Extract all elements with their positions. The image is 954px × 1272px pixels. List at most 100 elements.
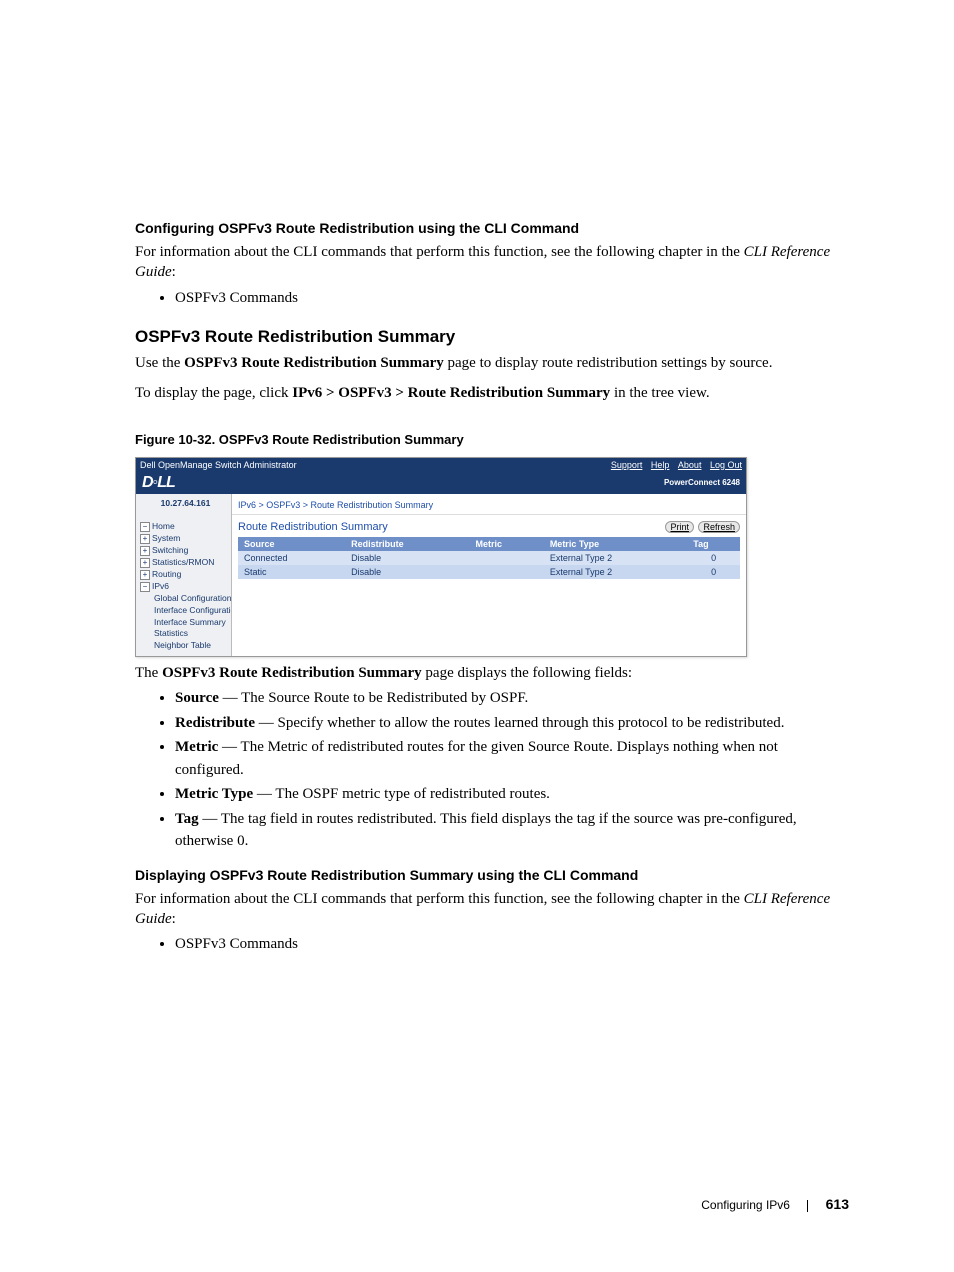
nav-tree[interactable]: 10.27.64.161 −Home +System +Switching +S… <box>136 494 232 657</box>
paragraph-fields-intro: The OSPFv3 Route Redistribution Summary … <box>135 663 849 683</box>
paragraph-cli-info-2: For information about the CLI commands t… <box>135 889 849 930</box>
list-item: OSPFv3 Commands <box>175 933 849 956</box>
subheading-config-cli: Configuring OSPFv3 Route Redistribution … <box>135 220 849 236</box>
text: Use the <box>135 355 184 371</box>
nav-global-config[interactable]: Global Configuration <box>140 593 231 605</box>
cell-source: Connected <box>238 551 345 565</box>
text: For information about the CLI commands t… <box>135 244 744 260</box>
shot-titlebar: Dell OpenManage Switch Administrator Sup… <box>136 458 746 472</box>
paragraph-use: Use the OSPFv3 Route Redistribution Summ… <box>135 353 849 373</box>
list-item: Metric — The Metric of redistributed rou… <box>175 736 849 781</box>
link-logout[interactable]: Log Out <box>710 460 742 470</box>
plus-icon: + <box>140 546 150 556</box>
page-footer: Configuring IPv6 613 <box>135 1196 849 1212</box>
text: The <box>135 665 162 681</box>
summary-table: Source Redistribute Metric Metric Type T… <box>238 537 740 579</box>
col-redistribute: Redistribute <box>345 537 469 551</box>
bold: IPv6 > OSPFv3 > Route Redistribution Sum… <box>292 385 610 401</box>
link-about[interactable]: About <box>678 460 702 470</box>
footer-section: Configuring IPv6 <box>701 1198 790 1212</box>
table-row: Static Disable External Type 2 0 <box>238 565 740 579</box>
shot-toplinks: Support Help About Log Out <box>605 460 742 470</box>
nav-label: System <box>152 533 180 543</box>
panel-title: Route Redistribution Summary <box>238 521 388 533</box>
refresh-button[interactable]: Refresh <box>698 521 740 533</box>
paragraph-display: To display the page, click IPv6 > OSPFv3… <box>135 383 849 403</box>
plus-icon: + <box>140 570 150 580</box>
cell-tag: 0 <box>687 565 740 579</box>
text: in the tree view. <box>610 385 709 401</box>
field-desc: — The tag field in routes redistributed.… <box>175 811 797 850</box>
col-source: Source <box>238 537 345 551</box>
nav-routing[interactable]: +Routing <box>140 569 231 581</box>
text: : <box>172 911 176 927</box>
product-label: PowerConnect 6248 <box>664 478 740 487</box>
nav-ipv6[interactable]: −IPv6 <box>140 581 231 593</box>
link-support[interactable]: Support <box>611 460 643 470</box>
cell-tag: 0 <box>687 551 740 565</box>
text: page displays the following fields: <box>422 665 632 681</box>
nav-neighbor-table[interactable]: Neighbor Table <box>140 640 231 652</box>
nav-home[interactable]: −Home <box>140 521 231 533</box>
plus-icon: + <box>140 534 150 544</box>
shot-app-title: Dell OpenManage Switch Administrator <box>140 460 297 470</box>
field-desc: — The Metric of redistributed routes for… <box>175 739 778 778</box>
list-item: Tag — The tag field in routes redistribu… <box>175 808 849 853</box>
section-heading-summary: OSPFv3 Route Redistribution Summary <box>135 327 849 347</box>
nav-label: Routing <box>152 569 181 579</box>
print-button[interactable]: Print <box>665 521 694 533</box>
plus-icon: + <box>140 558 150 568</box>
text: page to display route redistribution set… <box>444 355 773 371</box>
link-help[interactable]: Help <box>651 460 670 470</box>
nav-label: Switching <box>152 545 188 555</box>
field-name: Redistribute <box>175 715 255 731</box>
cell-mtype: External Type 2 <box>544 551 687 565</box>
footer-separator <box>807 1200 808 1212</box>
field-name: Metric Type <box>175 786 253 802</box>
nav-label: Statistics/RMON <box>152 557 214 567</box>
col-metric-type: Metric Type <box>544 537 687 551</box>
shot-logo-bar: D◦LL PowerConnect 6248 <box>136 472 746 494</box>
text: For information about the CLI commands t… <box>135 891 744 907</box>
col-tag: Tag <box>687 537 740 551</box>
list-item: OSPFv3 Commands <box>175 287 849 310</box>
nav-stats[interactable]: +Statistics/RMON <box>140 557 231 569</box>
footer-page-number: 613 <box>826 1196 849 1212</box>
cell-source: Static <box>238 565 345 579</box>
field-name: Source <box>175 690 219 706</box>
nav-system[interactable]: +System <box>140 533 231 545</box>
field-desc: — The OSPF metric type of redistributed … <box>253 786 550 802</box>
cell-mtype: External Type 2 <box>544 565 687 579</box>
list-item: Source — The Source Route to be Redistri… <box>175 687 849 710</box>
paragraph-cli-info-1: For information about the CLI commands t… <box>135 242 849 283</box>
cell-metric <box>470 551 544 565</box>
field-desc: — Specify whether to allow the routes le… <box>255 715 784 731</box>
bold: OSPFv3 Route Redistribution Summary <box>162 665 422 681</box>
nav-ip: 10.27.64.161 <box>140 498 231 510</box>
cell-redis: Disable <box>345 565 469 579</box>
shot-main: IPv6 > OSPFv3 > Route Redistribution Sum… <box>232 494 746 657</box>
list-item: Metric Type — The OSPF metric type of re… <box>175 783 849 806</box>
nav-switching[interactable]: +Switching <box>140 545 231 557</box>
table-header-row: Source Redistribute Metric Metric Type T… <box>238 537 740 551</box>
subheading-display-cli: Displaying OSPFv3 Route Redistribution S… <box>135 867 849 883</box>
col-metric: Metric <box>470 537 544 551</box>
cell-redis: Disable <box>345 551 469 565</box>
figure-caption: Figure 10-32. OSPFv3 Route Redistributio… <box>135 432 849 447</box>
cell-metric <box>470 565 544 579</box>
text: To display the page, click <box>135 385 292 401</box>
minus-icon: − <box>140 522 150 532</box>
dell-logo: D◦LL <box>142 474 175 492</box>
breadcrumb: IPv6 > OSPFv3 > Route Redistribution Sum… <box>232 494 746 515</box>
minus-icon: − <box>140 582 150 592</box>
nav-statistics[interactable]: Statistics <box>140 628 231 640</box>
text: : <box>172 264 176 280</box>
bold: OSPFv3 Route Redistribution Summary <box>184 355 444 371</box>
nav-interface-summary[interactable]: Interface Summary <box>140 617 231 629</box>
field-desc: — The Source Route to be Redistributed b… <box>219 690 528 706</box>
nav-interface-config[interactable]: Interface Configuration <box>140 605 231 617</box>
field-name: Metric <box>175 739 218 755</box>
embedded-screenshot: Dell OpenManage Switch Administrator Sup… <box>135 457 747 658</box>
table-row: Connected Disable External Type 2 0 <box>238 551 740 565</box>
nav-label: Home <box>152 521 175 531</box>
